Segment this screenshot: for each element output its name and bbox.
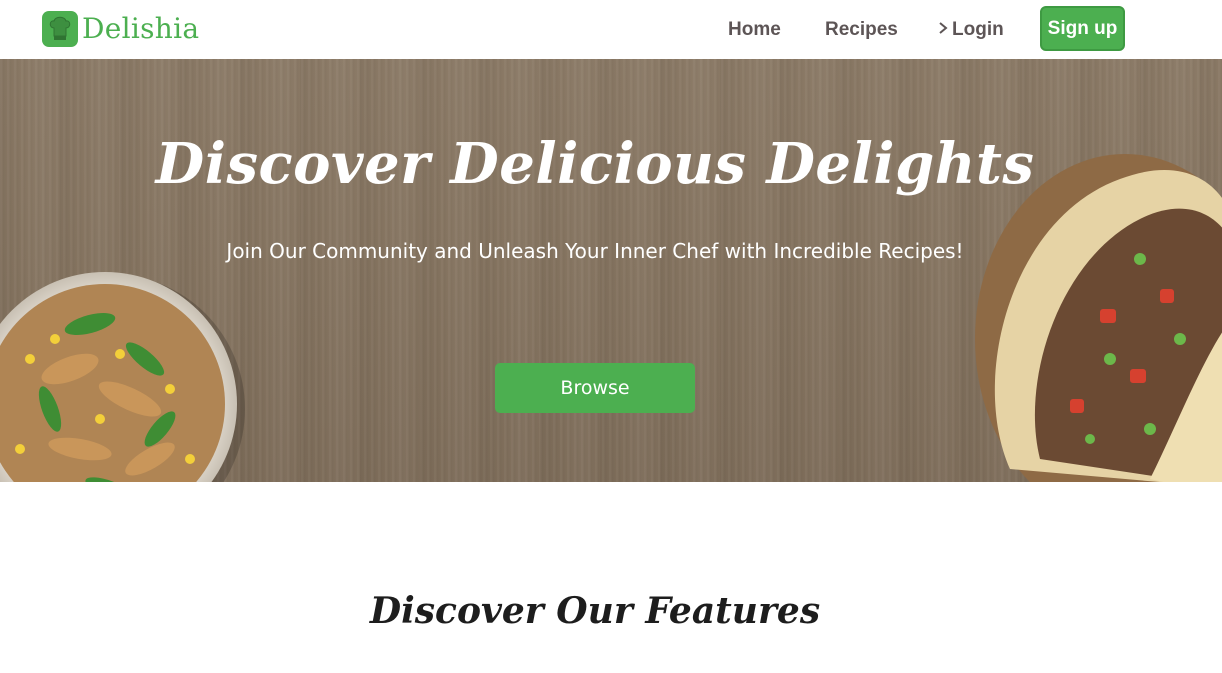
nav-login-link[interactable]: Login xyxy=(938,19,1004,41)
features-title: Discover Our Features xyxy=(369,590,821,632)
salad-bowl-image xyxy=(0,272,245,482)
chevron-right-icon xyxy=(938,19,948,41)
navbar: Delishia Home Recipes Login Sign up xyxy=(0,0,1222,59)
nav-recipes-link[interactable]: Recipes xyxy=(825,19,898,41)
login-label: Login xyxy=(952,19,1004,40)
nav-home-link[interactable]: Home xyxy=(728,19,781,41)
brand[interactable]: Delishia xyxy=(42,10,199,47)
brand-name: Delishia xyxy=(82,12,200,45)
hero-subtitle: Join Our Community and Unleash Your Inne… xyxy=(226,239,964,263)
chef-hat-icon xyxy=(42,10,78,47)
hero-banner: Discover Delicious Delights Join Our Com… xyxy=(0,59,1222,482)
signup-button[interactable]: Sign up xyxy=(1040,6,1125,51)
browse-button[interactable]: Browse xyxy=(495,363,695,413)
hero-title: Discover Delicious Delights xyxy=(155,131,1035,197)
